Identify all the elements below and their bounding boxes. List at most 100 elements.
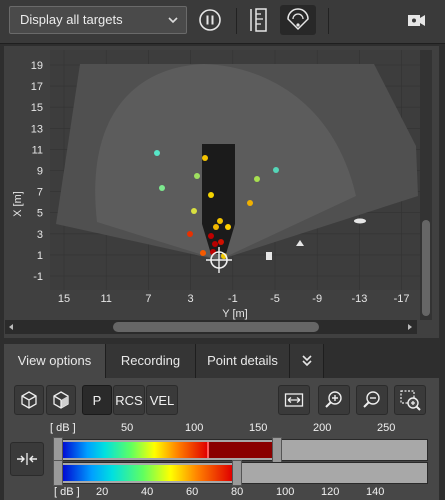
y-tick-label: 13 [31, 123, 43, 135]
x-tick-label: 7 [145, 293, 151, 305]
scale-tick-top: 150 [249, 422, 268, 434]
radar-target-point[interactable] [191, 208, 197, 214]
zoom-region-icon [400, 390, 421, 411]
scale-tick-top: 200 [313, 422, 332, 434]
power-range-upper-bar[interactable] [53, 437, 428, 463]
ruler-button[interactable] [244, 5, 276, 35]
target-filter-dropdown[interactable]: Display all targets [9, 6, 187, 34]
radar-target-point[interactable] [159, 185, 165, 191]
fit-width-button[interactable] [278, 385, 310, 415]
scale-tick-bottom: 120 [321, 486, 340, 498]
radar-target-point[interactable] [194, 173, 200, 179]
lower-range-handle[interactable] [232, 460, 242, 486]
camera-button[interactable] [400, 5, 432, 35]
scale-unit-label-top: [ dB ] [50, 422, 76, 434]
radar-target-point[interactable] [254, 176, 260, 182]
tab-recording[interactable]: Recording [106, 344, 196, 378]
upper-range-handle[interactable] [272, 437, 282, 463]
y-tick-label: 9 [37, 166, 43, 178]
radar-target-point[interactable] [212, 241, 218, 247]
mode-rcs-button[interactable]: RCS [113, 385, 145, 415]
tab-point-details[interactable]: Point details [196, 344, 290, 378]
scale-tick-top: 250 [377, 422, 396, 434]
object-marker-icon [354, 218, 366, 224]
radar-target-point[interactable] [217, 218, 223, 224]
radar-target-point[interactable] [218, 239, 224, 245]
radar-target-point[interactable] [202, 155, 208, 161]
scale-tick-bottom: 60 [186, 486, 199, 498]
camera-icon [408, 15, 425, 26]
zoom-out-button[interactable] [356, 385, 388, 415]
x-tick-label: 15 [58, 293, 70, 305]
3d-view-alt-button[interactable] [46, 385, 76, 415]
radar-plot[interactable]: 15 11 7 3 -1 -5 -9 -13 -17 19 17 15 13 11 9 7 5 3 1 -1 Y [m… [4, 46, 439, 338]
3d-view-button[interactable] [14, 385, 44, 415]
mode-velocity-button[interactable]: VEL [146, 385, 178, 415]
x-tick-label: -9 [312, 293, 322, 305]
scroll-right-icon[interactable] [406, 323, 414, 331]
scroll-left-icon[interactable] [7, 323, 15, 331]
horizontal-scroll-thumb[interactable] [113, 322, 319, 332]
scale-tick-top: 100 [185, 422, 204, 434]
y-tick-label: -1 [33, 271, 43, 283]
radar-target-point[interactable] [208, 233, 214, 239]
top-toolbar: Display all targets [0, 0, 445, 44]
vertical-scroll-thumb[interactable] [422, 220, 430, 316]
x-tick-label: -13 [351, 293, 367, 305]
y-tick-label: 15 [31, 102, 43, 114]
radar-target-point[interactable] [225, 224, 231, 230]
radar-fov-button[interactable] [280, 5, 316, 35]
y-tick-label: 19 [31, 60, 43, 72]
radar-target-point[interactable] [187, 231, 193, 237]
object-marker-icon [266, 252, 272, 260]
scale-tick-top: 50 [121, 422, 134, 434]
scale-tick-bottom: 140 [366, 486, 385, 498]
vertical-scrollbar[interactable] [420, 50, 432, 320]
y-tick-label: 3 [37, 229, 43, 241]
y-tick-label: 11 [32, 144, 43, 156]
3d-view-alt-icon [53, 391, 69, 409]
scale-tick-bottom: 100 [276, 486, 295, 498]
zoom-in-icon [325, 391, 342, 408]
y-tick-label: 1 [37, 250, 43, 262]
x-tick-label: -17 [394, 293, 410, 305]
upper-color-gradient [61, 442, 207, 458]
tab-view-options[interactable]: View options [4, 344, 106, 378]
lower-range-handle-min[interactable] [53, 460, 63, 486]
bottom-tabs: View options Recording Point details [4, 344, 439, 378]
scale-unit-label-bottom: [ dB ] [54, 486, 80, 498]
y-tick-label: 17 [31, 81, 43, 93]
radar-target-point[interactable] [247, 200, 253, 206]
chevron-down-icon [168, 17, 178, 24]
radar-target-point[interactable] [200, 250, 206, 256]
radar-target-point[interactable] [213, 224, 219, 230]
target-filter-value: Display all targets [20, 12, 123, 27]
scale-tick-bottom: 20 [96, 486, 109, 498]
link-sliders-button[interactable] [10, 442, 44, 476]
zoom-out-icon [363, 391, 380, 408]
radar-target-point[interactable] [154, 150, 160, 156]
x-tick-label: -1 [228, 293, 238, 305]
radar-plot-panel[interactable]: 15 11 7 3 -1 -5 -9 -13 -17 19 17 15 13 11 9 7 5 3 1 -1 Y [m… [4, 46, 439, 338]
upper-threshold-line [207, 442, 209, 458]
horizontal-scrollbar[interactable] [5, 320, 417, 334]
more-tabs-button[interactable] [290, 344, 324, 378]
radar-target-point[interactable] [208, 192, 214, 198]
x-tick-label: -5 [270, 293, 280, 305]
pause-button[interactable] [194, 5, 226, 35]
link-sliders-icon [17, 453, 37, 465]
view-options-panel: P RCS VEL [dB] [dB] 50 100 150 200 2… [4, 378, 439, 500]
double-chevron-down-icon [301, 355, 312, 367]
ruler-icon [250, 8, 267, 32]
zoom-region-button[interactable] [394, 385, 426, 415]
scale-tick-bottom: 80 [231, 486, 244, 498]
zoom-in-button[interactable] [318, 385, 350, 415]
vehicle-shape [202, 144, 235, 254]
power-range-lower-bar[interactable] [53, 460, 428, 486]
scale-tick-bottom: 40 [141, 486, 154, 498]
y-axis-label: X [m] [12, 191, 24, 217]
lower-color-gradient [61, 465, 232, 481]
radar-target-point[interactable] [273, 167, 279, 173]
mode-power-button[interactable]: P [82, 385, 112, 415]
radar-fov-icon [287, 8, 309, 31]
